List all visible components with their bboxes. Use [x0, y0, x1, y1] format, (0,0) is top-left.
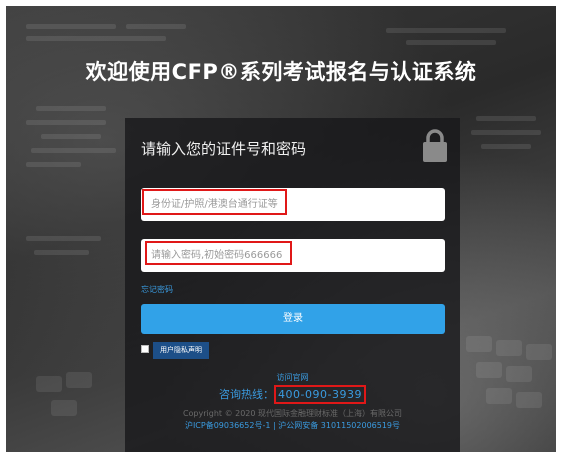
agree-checkbox[interactable]: [141, 345, 149, 353]
lock-icon: [423, 129, 447, 162]
registration-info: 沪ICP备09036652号-1 | 沪公网安备 31011502006519号: [125, 420, 460, 431]
separator: |: [272, 421, 276, 430]
hotline-number: 400-090-3939: [274, 385, 366, 404]
id-number-field: [141, 188, 445, 221]
background: 欢迎使用CFP®系列考试报名与认证系统 请输入您的证件号和密码 忘记密码 登录 …: [6, 6, 556, 452]
panel-heading: 请输入您的证件号和密码: [141, 140, 307, 158]
password-input[interactable]: [141, 239, 445, 272]
login-button[interactable]: 登录: [141, 304, 445, 334]
police-record-link[interactable]: 沪公网安备 31011502006519号: [278, 421, 400, 430]
id-number-input[interactable]: [141, 188, 445, 221]
hotline-label: 咨询热线：: [219, 388, 275, 401]
password-field: [141, 239, 445, 272]
login-panel: 请输入您的证件号和密码 忘记密码 登录 用户隐私声明 访问官网 咨询热线：400…: [125, 118, 460, 452]
hotline: 咨询热线： 400-090-3939: [125, 385, 460, 404]
icp-link[interactable]: 沪ICP备09036652号-1: [185, 421, 270, 430]
official-site-link[interactable]: 访问官网: [125, 372, 460, 383]
page-title: 欢迎使用CFP®系列考试报名与认证系统: [85, 60, 477, 84]
copyright-text: Copyright © 2020 现代国际金融理财标准（上海）有限公司: [182, 409, 403, 418]
forgot-password-link[interactable]: 忘记密码: [141, 284, 173, 295]
privacy-statement-button[interactable]: 用户隐私声明: [153, 342, 209, 359]
